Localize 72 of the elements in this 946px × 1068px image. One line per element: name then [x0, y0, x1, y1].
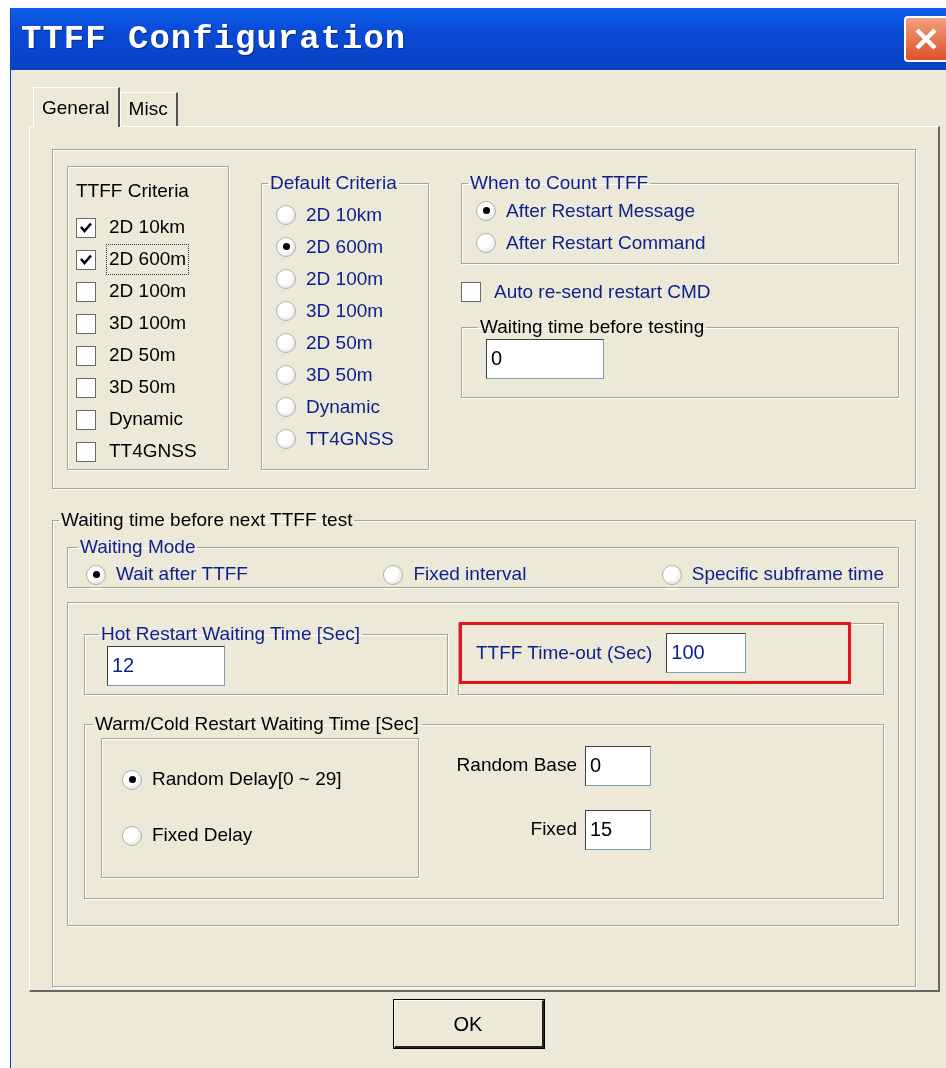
- checkbox-label[interactable]: 2D 10km: [106, 212, 189, 243]
- tab[interactable]: Misc: [119, 92, 178, 126]
- radio-label[interactable]: After Restart Command: [506, 228, 706, 258]
- radio-button[interactable]: [122, 825, 142, 846]
- window-title: TTFF Configuration: [21, 18, 407, 60]
- input-field[interactable]: 100: [666, 632, 747, 673]
- radio-label[interactable]: 3D 100m: [306, 296, 384, 326]
- radio-button[interactable]: [276, 268, 296, 289]
- input-field[interactable]: 12: [107, 645, 225, 686]
- group-title: TTFF Criteria: [76, 179, 190, 203]
- radio-button[interactable]: [276, 428, 296, 449]
- radio-label[interactable]: Wait after TTFF: [116, 560, 248, 589]
- checkbox-label[interactable]: 2D 100m: [106, 276, 190, 307]
- radio-button[interactable]: [276, 396, 296, 417]
- radio-label[interactable]: Fixed interval: [413, 560, 527, 589]
- radio-button[interactable]: [476, 232, 496, 253]
- radio-button[interactable]: [276, 236, 296, 257]
- group-title: Waiting time before next TTFF test: [60, 509, 354, 532]
- group-title: When to Count TTFF: [469, 172, 650, 195]
- checkbox-label[interactable]: 3D 100m: [106, 308, 190, 339]
- checkbox[interactable]: [76, 281, 96, 302]
- radio-button[interactable]: [383, 564, 404, 585]
- close-icon: [914, 27, 938, 51]
- radio-button[interactable]: [276, 300, 296, 321]
- checkbox-label[interactable]: Auto re-send restart CMD: [491, 276, 714, 308]
- checkbox-label[interactable]: TT4GNSS: [106, 436, 200, 467]
- radio-label[interactable]: 2D 600m: [306, 232, 384, 262]
- radio-button[interactable]: [122, 769, 142, 790]
- check-icon: [79, 220, 93, 235]
- input-field[interactable]: 0: [486, 338, 604, 379]
- radio-label[interactable]: 2D 10km: [306, 200, 383, 230]
- radio-button[interactable]: [86, 564, 106, 585]
- radio-label[interactable]: 3D 50m: [306, 360, 373, 390]
- checkbox[interactable]: [76, 217, 96, 238]
- checkbox[interactable]: [76, 345, 96, 366]
- radio-button[interactable]: [661, 564, 682, 585]
- radio-button[interactable]: [276, 364, 296, 385]
- checkbox[interactable]: [76, 377, 96, 398]
- checkbox-label[interactable]: Dynamic: [106, 404, 186, 435]
- checkbox[interactable]: [461, 282, 481, 302]
- radio-label[interactable]: After Restart Message: [506, 196, 696, 226]
- checkbox-label[interactable]: 2D 600m: [106, 244, 190, 275]
- radio-button[interactable]: [476, 200, 496, 221]
- check-icon: [79, 252, 93, 267]
- radio-label[interactable]: Fixed Delay: [152, 821, 253, 850]
- radio-label[interactable]: 2D 50m: [306, 328, 373, 358]
- radio-label[interactable]: Random Delay[0 ~ 29]: [152, 765, 342, 794]
- radio-button[interactable]: [276, 332, 296, 353]
- radio-label[interactable]: TT4GNSS: [306, 424, 394, 454]
- checkbox[interactable]: [76, 249, 96, 270]
- close-button[interactable]: [904, 16, 946, 62]
- group-title: Warm/Cold Restart Waiting Time [Sec]: [94, 712, 420, 736]
- group-title: Default Criteria: [269, 172, 398, 195]
- tab[interactable]: General: [33, 87, 120, 127]
- ok-button[interactable]: OK: [393, 1000, 544, 1048]
- radio-button[interactable]: [276, 204, 296, 225]
- checkbox[interactable]: [76, 441, 96, 462]
- checkbox-label[interactable]: 3D 50m: [106, 372, 179, 403]
- field-label: Fixed: [530, 817, 577, 842]
- group-title: Waiting time before testing: [479, 316, 706, 339]
- group-title: Hot Restart Waiting Time [Sec]: [100, 622, 362, 646]
- field-label: Random Base: [456, 753, 577, 778]
- checkbox[interactable]: [76, 313, 96, 334]
- field-label: TTFF Time-out (Sec): [476, 640, 653, 665]
- checkbox[interactable]: [76, 409, 96, 430]
- checkbox-label[interactable]: 2D 50m: [106, 340, 179, 371]
- group-title: Waiting Mode: [79, 535, 197, 559]
- radio-label[interactable]: 2D 100m: [306, 264, 384, 294]
- input-field[interactable]: 15: [585, 809, 651, 850]
- radio-label[interactable]: Specific subframe time: [691, 560, 884, 589]
- input-field[interactable]: 0: [585, 745, 651, 786]
- radio-label[interactable]: Dynamic: [306, 392, 380, 422]
